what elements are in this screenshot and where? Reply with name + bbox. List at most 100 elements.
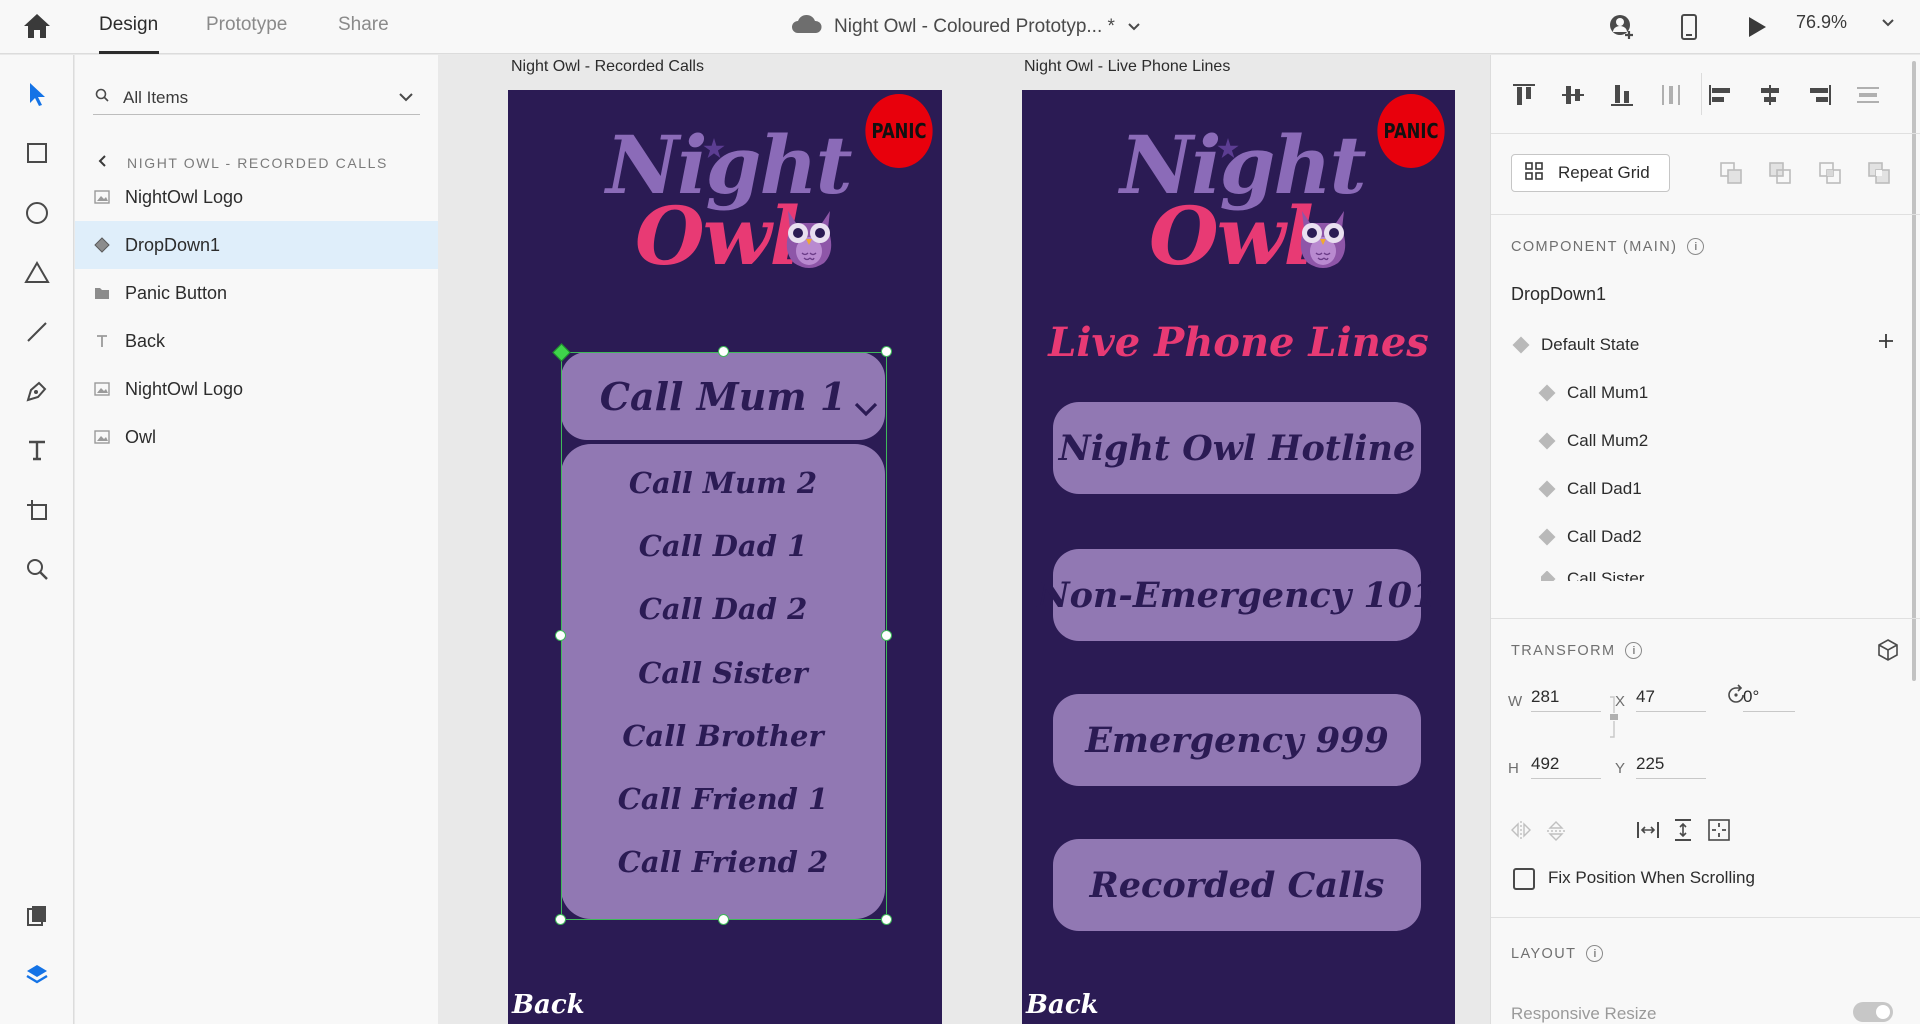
artboard-label-recorded[interactable]: Night Owl - Recorded Calls [511, 58, 704, 76]
rotation-field[interactable]: 0° [1743, 682, 1795, 712]
boolean-add-icon[interactable] [1719, 161, 1743, 185]
pen-tool-icon[interactable] [20, 374, 54, 408]
back-button[interactable]: Back [1026, 990, 1099, 1020]
back-button[interactable]: Back [512, 990, 585, 1020]
selection-handle[interactable] [718, 346, 729, 357]
height-field[interactable]: 492 [1531, 749, 1601, 779]
boolean-intersect-icon[interactable] [1818, 161, 1842, 185]
zoom-value: 76.9% [1796, 12, 1848, 32]
align-bottom-icon[interactable] [1606, 80, 1638, 110]
top-bar: Design Prototype Share Night Owl - Colou… [0, 0, 1920, 54]
artboard-tool-icon[interactable] [20, 493, 54, 527]
selection-handle[interactable] [555, 630, 566, 641]
state-item[interactable]: Call Mum2 [1538, 431, 1649, 451]
info-icon[interactable]: i [1586, 945, 1604, 962]
hotline-button[interactable]: Night Owl Hotline [1053, 402, 1421, 494]
state-default[interactable]: Default State [1512, 335, 1640, 355]
device-preview-icon[interactable] [1672, 10, 1706, 44]
document-title[interactable]: Night Owl - Coloured Prototyp... * [790, 14, 1141, 40]
x-field[interactable]: 47 [1636, 682, 1706, 712]
align-left-icon[interactable] [1705, 80, 1737, 110]
responsive-resize-toggle[interactable] [1853, 1002, 1893, 1022]
state-label: Call Mum2 [1567, 431, 1649, 450]
state-item[interactable]: Call Mum1 [1538, 383, 1648, 403]
layer-item[interactable]: Back [75, 317, 438, 365]
align-right-icon[interactable] [1803, 80, 1835, 110]
recorded-calls-button[interactable]: Recorded Calls [1053, 839, 1421, 931]
height-label: H [1508, 760, 1519, 777]
fit-content-icon[interactable] [1707, 818, 1731, 847]
tab-prototype[interactable]: Prototype [206, 14, 287, 36]
state-label: Default State [1541, 335, 1640, 354]
divider [1491, 618, 1920, 619]
text-icon [75, 334, 125, 348]
tab-share[interactable]: Share [338, 14, 389, 36]
selection-handle[interactable] [718, 914, 729, 925]
polygon-tool-icon[interactable] [20, 255, 54, 289]
owl-icon [1294, 205, 1352, 276]
layers-panel-icon[interactable] [20, 958, 54, 992]
state-item[interactable]: Call Dad2 [1538, 527, 1642, 547]
divider [1701, 73, 1702, 115]
state-item[interactable]: Call Dad1 [1538, 479, 1642, 499]
home-icon[interactable] [22, 12, 52, 40]
state-item-clipped[interactable]: Call Sister [1541, 571, 1701, 581]
inspector-scrollbar[interactable] [1912, 61, 1916, 681]
align-middle-icon[interactable] [1557, 80, 1589, 110]
zoom-level[interactable]: 76.9% [1796, 12, 1895, 33]
user-add-icon[interactable] [1604, 10, 1638, 44]
breadcrumb[interactable]: NIGHT OWL - RECORDED CALLS [97, 154, 388, 171]
zoom-tool-icon[interactable] [20, 552, 54, 586]
flip-vertical-icon[interactable] [1545, 819, 1567, 848]
layer-item[interactable]: NightOwl Logo [75, 365, 438, 413]
artboard-label-live[interactable]: Night Owl - Live Phone Lines [1024, 58, 1230, 76]
selection-bounds [561, 352, 887, 920]
emergency-button[interactable]: Emergency 999 [1053, 694, 1421, 786]
layer-item[interactable]: Owl [75, 413, 438, 461]
distribute-horizontal-icon[interactable] [1852, 80, 1884, 110]
line-tool-icon[interactable] [20, 315, 54, 349]
space-horizontal-icon[interactable] [1636, 819, 1660, 846]
layers-filter[interactable]: All Items [93, 81, 420, 115]
canvas[interactable]: Night Owl - Recorded Calls PANIC Night O… [438, 55, 1490, 1024]
non-emergency-button[interactable]: Non-Emergency 101 [1038, 549, 1436, 641]
fix-position-checkbox[interactable] [1513, 868, 1535, 890]
space-vertical-icon[interactable] [1672, 818, 1694, 847]
selection-handle[interactable] [881, 346, 892, 357]
flip-horizontal-icon[interactable] [1509, 819, 1533, 846]
layer-item[interactable]: Panic Button [75, 269, 438, 317]
align-top-icon[interactable] [1508, 80, 1540, 110]
distribute-vertical-icon[interactable] [1655, 80, 1687, 110]
info-icon[interactable]: i [1625, 642, 1643, 659]
boolean-exclude-icon[interactable] [1867, 161, 1891, 185]
rectangle-tool-icon[interactable] [20, 136, 54, 170]
width-field[interactable]: 281 [1531, 682, 1601, 712]
play-icon[interactable] [1740, 10, 1774, 44]
selection-handle[interactable] [555, 914, 566, 925]
ellipse-tool-icon[interactable] [20, 196, 54, 230]
y-field[interactable]: 225 [1636, 749, 1706, 779]
3d-transform-icon[interactable] [1876, 638, 1900, 667]
selection-handle[interactable] [881, 630, 892, 641]
assets-panel-icon[interactable] [20, 899, 54, 933]
layer-item-selected[interactable]: DropDown1 [75, 221, 438, 269]
add-state-icon[interactable] [1877, 332, 1895, 355]
panic-button[interactable]: PANIC [865, 94, 933, 168]
repeat-grid-button[interactable]: Repeat Grid [1511, 154, 1670, 192]
layer-label: Owl [125, 426, 156, 447]
owl-icon [780, 205, 838, 276]
property-inspector: Repeat Grid COMPONENT (MAIN) i DropDown1… [1490, 55, 1920, 1024]
panic-button[interactable]: PANIC [1377, 94, 1445, 168]
text-tool-icon[interactable] [20, 433, 54, 467]
grid-icon [1524, 161, 1544, 186]
component-name[interactable]: DropDown1 [1511, 284, 1606, 305]
layer-item[interactable]: NightOwl Logo [75, 173, 438, 221]
select-tool-icon[interactable] [20, 77, 54, 111]
selection-handle[interactable] [881, 914, 892, 925]
repeat-grid-label: Repeat Grid [1558, 163, 1650, 182]
tab-design[interactable]: Design [99, 14, 158, 36]
align-center-icon[interactable] [1754, 80, 1786, 110]
artboard-live-phone-lines[interactable]: PANIC Night Owl Live Phone Lines Night O… [1022, 90, 1455, 1024]
info-icon[interactable]: i [1687, 238, 1705, 255]
boolean-subtract-icon[interactable] [1768, 161, 1792, 185]
